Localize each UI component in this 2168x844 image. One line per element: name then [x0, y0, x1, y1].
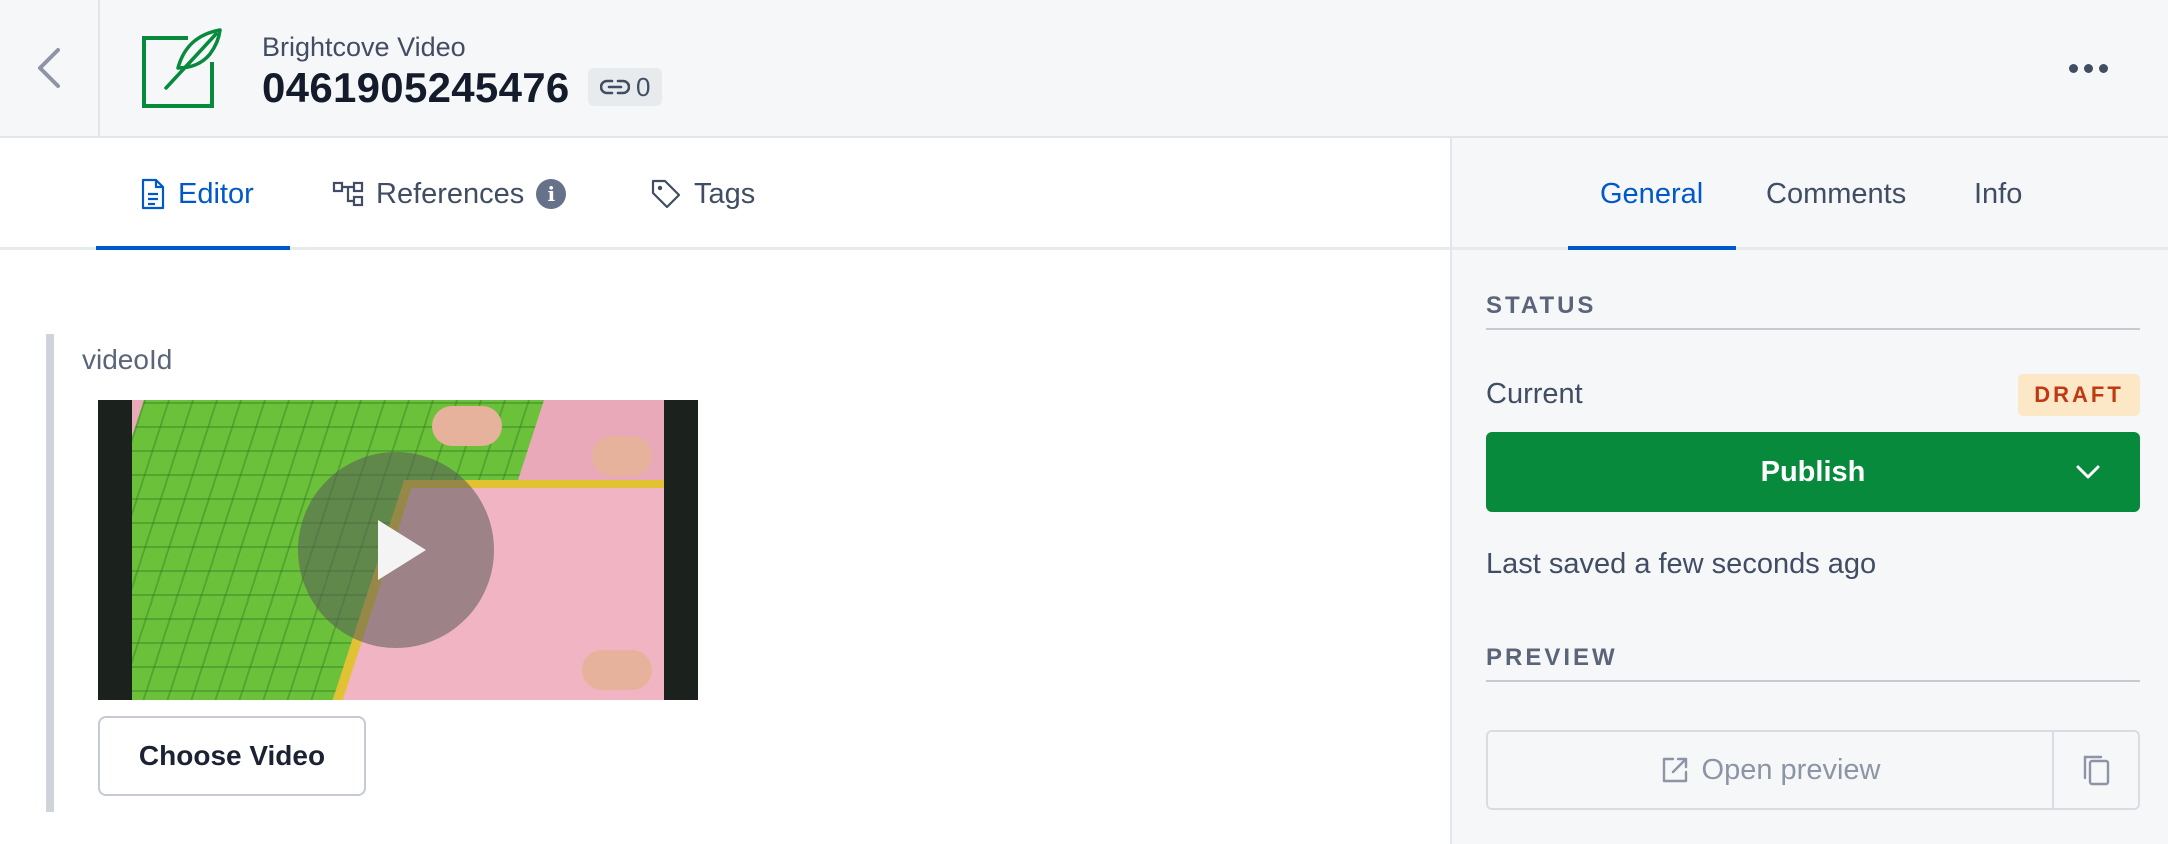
feather-icon — [142, 28, 222, 108]
tab-tags-label: Tags — [694, 177, 756, 210]
publish-button[interactable]: Publish — [1486, 432, 2140, 512]
video-thumbnail[interactable] — [98, 400, 698, 700]
more-horizontal-icon — [2068, 63, 2078, 73]
video-scene-hand — [592, 436, 652, 476]
info-icon[interactable]: i — [536, 179, 567, 209]
publish-label: Publish — [1760, 455, 1866, 488]
open-preview-button[interactable]: Open preview — [1488, 732, 2054, 808]
open-preview-label: Open preview — [1701, 753, 1881, 786]
chevron-left-icon — [38, 48, 60, 88]
dot — [2083, 63, 2093, 73]
chevron-down-icon — [2076, 465, 2100, 479]
video-scene-hand — [432, 406, 502, 446]
field-label: videoId — [82, 344, 173, 375]
entry-title: 0461905245476 — [262, 64, 570, 111]
play-button[interactable] — [298, 452, 494, 648]
entry-header: Brightcove Video 0461905245476 0 — [0, 0, 2168, 138]
status-badge: DRAFT — [2018, 374, 2140, 416]
content-type-label: Brightcove Video — [262, 32, 466, 62]
video-scene-hand — [582, 650, 652, 690]
hierarchy-icon — [332, 181, 364, 207]
publish-options-button[interactable] — [2036, 432, 2140, 512]
preview-button-group: Open preview — [1486, 730, 2140, 810]
tab-editor[interactable]: Editor — [140, 138, 254, 250]
editor-tabs: Editor References i Tags — [0, 138, 1450, 250]
tab-comments[interactable]: Comments — [1766, 138, 1906, 250]
back-button[interactable] — [0, 0, 100, 136]
field-indicator-bar — [46, 334, 54, 812]
tab-editor-label: Editor — [178, 177, 254, 210]
reference-count: 0 — [636, 71, 651, 102]
tab-info[interactable]: Info — [1974, 138, 2022, 250]
sidebar: General Comments Info STATUS Current DRA… — [1450, 138, 2168, 844]
current-status-label: Current — [1486, 378, 1583, 410]
tab-tags[interactable]: Tags — [650, 138, 755, 250]
active-tab-indicator — [1568, 246, 1736, 250]
preview-section-title: PREVIEW — [1486, 644, 1618, 671]
copy-icon — [2083, 755, 2110, 786]
status-section-title: STATUS — [1486, 292, 1597, 319]
tab-references[interactable]: References i — [332, 138, 567, 250]
tab-general[interactable]: General — [1600, 138, 1703, 250]
tab-references-label: References — [376, 177, 525, 210]
link-icon — [600, 79, 630, 95]
preview-divider — [1486, 680, 2140, 682]
last-saved-text: Last saved a few seconds ago — [1486, 548, 1877, 580]
play-icon — [378, 520, 426, 580]
document-icon — [141, 178, 165, 210]
external-link-icon — [1662, 757, 1687, 783]
status-divider — [1486, 328, 2140, 330]
reference-count-badge[interactable]: 0 — [588, 68, 663, 106]
sidebar-tabs: General Comments Info — [1452, 138, 2168, 250]
more-actions-button[interactable] — [2060, 48, 2116, 88]
active-tab-indicator — [96, 246, 290, 250]
copy-preview-link-button[interactable] — [2054, 732, 2138, 808]
dot — [2098, 63, 2108, 73]
tag-icon — [651, 179, 681, 209]
choose-video-button[interactable]: Choose Video — [98, 716, 366, 796]
